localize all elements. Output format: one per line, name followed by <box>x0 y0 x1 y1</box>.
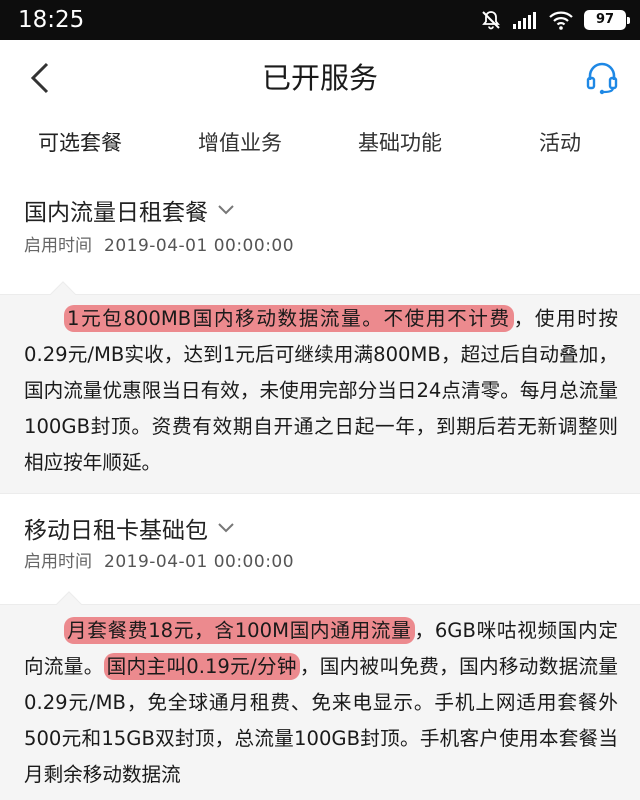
start-time-value: 2019-04-01 00:00:00 <box>104 236 295 256</box>
status-icons: 97 <box>480 8 630 32</box>
wifi-icon <box>548 10 574 30</box>
tab-basic-functions[interactable]: 基础功能 <box>320 116 480 174</box>
service-title: 国内流量日租套餐 <box>24 200 208 226</box>
status-time: 18:25 <box>18 7 85 33</box>
description-text: 月套餐费18元，含100M国内通用流量 ，6GB咪咕视频国内定向流量。 国内主叫0.… <box>24 613 618 793</box>
chevron-down-icon <box>218 205 234 215</box>
start-time-value: 2019-04-01 00:00:00 <box>104 552 295 572</box>
highlighted-text: 国内主叫0.19元/分钟 <box>103 653 300 680</box>
tab-activities[interactable]: 活动 <box>480 116 640 174</box>
service-description: 1元包800MB国内移动数据流量。不使用不计费 ，使用时按0.29元/MB实收，达… <box>0 281 640 494</box>
battery-level: 97 <box>595 12 615 27</box>
tab-bar: 可选套餐 增值业务 基础功能 活动 <box>0 116 640 174</box>
service-title: 移动日租卡基础包 <box>24 518 208 544</box>
battery-icon: 97 <box>584 10 630 30</box>
service-title-toggle[interactable]: 国内流量日租套餐 <box>24 198 236 228</box>
mute-bell-icon <box>480 9 502 31</box>
service-section: 移动日租卡基础包 启用时间 2019-04-01 00:00:00 月套餐费18元… <box>0 494 640 800</box>
highlighted-text: 月套餐费18元，含100M国内通用流量 <box>64 617 415 644</box>
service-section: 国内流量日租套餐 启用时间 2019-04-01 00:00:00 1元包800M… <box>0 174 640 494</box>
chevron-down-icon <box>218 523 234 533</box>
start-time-label: 启用时间 <box>24 236 92 256</box>
nav-header: 已开服务 <box>0 40 640 116</box>
service-title-toggle[interactable]: 移动日租卡基础包 <box>24 516 236 546</box>
headset-icon <box>586 62 618 95</box>
start-time-label: 启用时间 <box>24 552 92 572</box>
highlighted-text: 1元包800MB国内移动数据流量。不使用不计费 <box>64 305 514 332</box>
tab-optional-plans[interactable]: 可选套餐 <box>0 116 160 174</box>
signal-icon <box>512 10 538 30</box>
tab-value-added[interactable]: 增值业务 <box>160 116 320 174</box>
status-bar: 18:25 97 <box>0 0 640 40</box>
page-title: 已开服务 <box>261 61 378 95</box>
customer-service-button[interactable] <box>582 56 622 100</box>
start-time: 启用时间 2019-04-01 00:00:00 <box>24 234 294 258</box>
service-description: 月套餐费18元，含100M国内通用流量 ，6GB咪咕视频国内定向流量。 国内主叫0.… <box>0 591 640 800</box>
description-text: 1元包800MB国内移动数据流量。不使用不计费 ，使用时按0.29元/MB实收，达… <box>24 301 618 481</box>
start-time: 启用时间 2019-04-01 00:00:00 <box>24 550 294 574</box>
plain-text: ，使用时按0.29元/MB实收，达到1元后可继续用满800MB，超过后自动叠加，… <box>24 307 618 474</box>
